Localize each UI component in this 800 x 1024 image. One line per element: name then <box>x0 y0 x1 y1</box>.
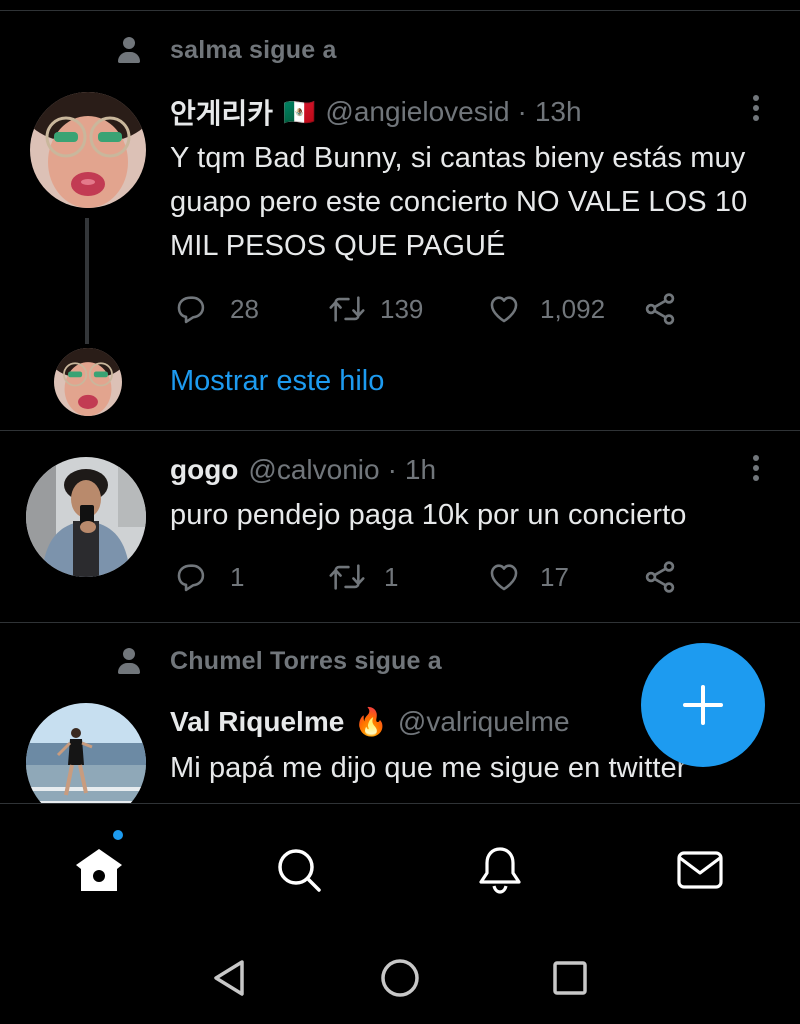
author-name[interactable]: gogo <box>170 454 238 486</box>
nav-notifications[interactable] <box>472 842 528 898</box>
tweet-actions: 1 1 17 <box>170 559 690 595</box>
system-home-button[interactable] <box>377 955 423 1001</box>
header-separator: · <box>517 96 527 127</box>
social-context-3: Chumel Torres sigue a <box>116 646 442 676</box>
author-handle[interactable]: @angielovesid <box>325 96 509 128</box>
share-button[interactable] <box>642 291 678 327</box>
tweet-divider <box>0 430 800 431</box>
like-button[interactable]: 17 <box>486 559 569 595</box>
reply-icon <box>177 564 205 592</box>
search-icon <box>278 849 321 892</box>
avatar-calvonio[interactable] <box>26 457 146 577</box>
system-recents-button[interactable] <box>547 955 593 1001</box>
tweet-text: puro pendejo paga 10k por un concierto <box>170 499 687 531</box>
heart-icon <box>490 296 518 323</box>
tweet-text: Y tqm Bad Bunny, si cantas bieny estás m… <box>170 142 748 262</box>
author-name[interactable]: 안게리카 <box>170 92 273 132</box>
nav-search[interactable] <box>271 842 327 898</box>
share-icon <box>645 293 675 325</box>
like-button[interactable]: 1,092 <box>486 291 605 327</box>
avatar-valriquelme[interactable] <box>26 703 146 803</box>
like-count: 17 <box>540 561 569 592</box>
person-icon <box>116 646 142 676</box>
retweet-button[interactable]: 1 <box>328 559 398 595</box>
retweet-count: 1 <box>384 561 399 592</box>
square-recents-icon <box>553 961 587 995</box>
share-button[interactable] <box>642 559 678 595</box>
nav-messages[interactable] <box>672 842 728 898</box>
home-unread-dot <box>111 828 125 842</box>
tweet-divider <box>0 622 800 623</box>
avatar-angielovesid[interactable] <box>30 92 146 208</box>
plus-icon <box>683 685 723 725</box>
heart-icon <box>490 564 518 591</box>
retweet-count: 139 <box>380 293 424 324</box>
tweet-time[interactable]: 1h <box>405 454 436 486</box>
author-handle[interactable]: @valriquelme <box>398 706 570 738</box>
header-separator: · <box>387 454 397 485</box>
bell-icon <box>479 847 521 894</box>
home-icon <box>76 849 122 891</box>
system-navigation-bar <box>0 931 800 1024</box>
back-triangle-icon <box>214 960 244 996</box>
retweet-icon <box>329 564 365 590</box>
show-thread-link[interactable]: Mostrar este hilo <box>170 365 384 398</box>
reply-icon <box>177 296 205 324</box>
flag-icon: 🇲🇽 <box>283 96 316 127</box>
author-handle[interactable]: @calvonio <box>248 454 379 486</box>
top-divider <box>0 10 800 11</box>
reply-button[interactable]: 28 <box>174 291 259 327</box>
reply-count: 1 <box>230 561 245 592</box>
mail-icon <box>677 851 723 889</box>
social-context-text: salma sigue a <box>170 35 337 64</box>
tweet-actions: 28 139 1,092 <box>170 291 690 327</box>
compose-button[interactable] <box>641 643 765 767</box>
tweet-header: 안게리카 🇲🇽 @angielovesid · 13h <box>170 94 582 130</box>
reply-button[interactable]: 1 <box>174 559 244 595</box>
person-icon <box>116 35 142 65</box>
author-name[interactable]: Val Riquelme <box>170 706 344 738</box>
reply-count: 28 <box>230 293 259 324</box>
thread-connector <box>85 218 89 344</box>
tweet-header: Val Riquelme 🔥 @valriquelme <box>170 704 570 740</box>
retweet-icon <box>329 296 365 322</box>
bottom-navigation <box>0 803 800 931</box>
circle-home-icon <box>381 959 419 997</box>
social-context-1: salma sigue a <box>116 35 337 65</box>
tweet-time[interactable]: 13h <box>535 96 582 128</box>
system-back-button[interactable] <box>205 955 251 1001</box>
avatar-angielovesid-small[interactable] <box>54 348 122 416</box>
tweet-header: gogo @calvonio · 1h <box>170 452 436 488</box>
fire-icon: 🔥 <box>354 707 388 737</box>
more-vertical-icon[interactable] <box>752 453 760 483</box>
more-vertical-icon[interactable] <box>752 93 760 123</box>
like-count: 1,092 <box>540 293 606 324</box>
share-icon <box>645 561 675 593</box>
social-context-text: Chumel Torres sigue a <box>170 646 442 675</box>
nav-home[interactable] <box>71 842 127 898</box>
retweet-button[interactable]: 139 <box>328 291 423 327</box>
